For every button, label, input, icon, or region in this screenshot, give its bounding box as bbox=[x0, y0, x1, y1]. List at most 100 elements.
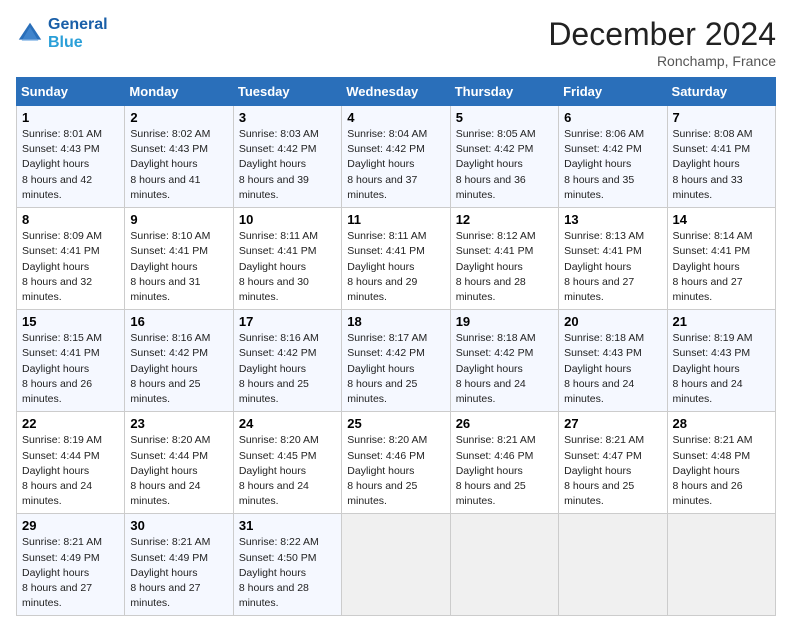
table-row: 24 Sunrise: 8:20 AM Sunset: 4:45 PM Dayl… bbox=[233, 412, 341, 514]
cell-details: Sunrise: 8:02 AM Sunset: 4:43 PM Dayligh… bbox=[130, 127, 227, 203]
cell-details: Sunrise: 8:05 AM Sunset: 4:42 PM Dayligh… bbox=[456, 127, 553, 203]
day-number: 16 bbox=[130, 314, 227, 329]
day-number: 15 bbox=[22, 314, 119, 329]
day-number: 24 bbox=[239, 416, 336, 431]
cell-details: Sunrise: 8:21 AM Sunset: 4:49 PM Dayligh… bbox=[130, 535, 227, 611]
cell-details: Sunrise: 8:20 AM Sunset: 4:45 PM Dayligh… bbox=[239, 433, 336, 509]
day-number: 10 bbox=[239, 212, 336, 227]
table-row: 3 Sunrise: 8:03 AM Sunset: 4:42 PM Dayli… bbox=[233, 106, 341, 208]
table-row: 30 Sunrise: 8:21 AM Sunset: 4:49 PM Dayl… bbox=[125, 514, 233, 616]
empty-cell bbox=[450, 514, 558, 616]
cell-details: Sunrise: 8:12 AM Sunset: 4:41 PM Dayligh… bbox=[456, 229, 553, 305]
table-row: 16 Sunrise: 8:16 AM Sunset: 4:42 PM Dayl… bbox=[125, 310, 233, 412]
table-row: 31 Sunrise: 8:22 AM Sunset: 4:50 PM Dayl… bbox=[233, 514, 341, 616]
day-number: 17 bbox=[239, 314, 336, 329]
table-row: 22 Sunrise: 8:19 AM Sunset: 4:44 PM Dayl… bbox=[17, 412, 125, 514]
header-row: Sunday Monday Tuesday Wednesday Thursday… bbox=[17, 78, 776, 106]
col-thursday: Thursday bbox=[450, 78, 558, 106]
day-number: 2 bbox=[130, 110, 227, 125]
cell-details: Sunrise: 8:22 AM Sunset: 4:50 PM Dayligh… bbox=[239, 535, 336, 611]
page-header: General Blue December 2024 Ronchamp, Fra… bbox=[16, 16, 776, 69]
day-number: 1 bbox=[22, 110, 119, 125]
col-tuesday: Tuesday bbox=[233, 78, 341, 106]
cell-details: Sunrise: 8:16 AM Sunset: 4:42 PM Dayligh… bbox=[130, 331, 227, 407]
logo-text: General Blue bbox=[48, 16, 108, 52]
day-number: 6 bbox=[564, 110, 661, 125]
day-number: 22 bbox=[22, 416, 119, 431]
cell-details: Sunrise: 8:13 AM Sunset: 4:41 PM Dayligh… bbox=[564, 229, 661, 305]
cell-details: Sunrise: 8:21 AM Sunset: 4:49 PM Dayligh… bbox=[22, 535, 119, 611]
empty-cell bbox=[559, 514, 667, 616]
table-row: 28 Sunrise: 8:21 AM Sunset: 4:48 PM Dayl… bbox=[667, 412, 775, 514]
cell-details: Sunrise: 8:14 AM Sunset: 4:41 PM Dayligh… bbox=[673, 229, 770, 305]
cell-details: Sunrise: 8:20 AM Sunset: 4:44 PM Dayligh… bbox=[130, 433, 227, 509]
cell-details: Sunrise: 8:10 AM Sunset: 4:41 PM Dayligh… bbox=[130, 229, 227, 305]
col-sunday: Sunday bbox=[17, 78, 125, 106]
table-row: 19 Sunrise: 8:18 AM Sunset: 4:42 PM Dayl… bbox=[450, 310, 558, 412]
day-number: 25 bbox=[347, 416, 444, 431]
day-number: 26 bbox=[456, 416, 553, 431]
day-number: 9 bbox=[130, 212, 227, 227]
day-number: 19 bbox=[456, 314, 553, 329]
table-row: 6 Sunrise: 8:06 AM Sunset: 4:42 PM Dayli… bbox=[559, 106, 667, 208]
table-row: 20 Sunrise: 8:18 AM Sunset: 4:43 PM Dayl… bbox=[559, 310, 667, 412]
cell-details: Sunrise: 8:19 AM Sunset: 4:43 PM Dayligh… bbox=[673, 331, 770, 407]
day-number: 11 bbox=[347, 212, 444, 227]
logo-icon bbox=[16, 20, 44, 48]
col-friday: Friday bbox=[559, 78, 667, 106]
day-number: 29 bbox=[22, 518, 119, 533]
cell-details: Sunrise: 8:17 AM Sunset: 4:42 PM Dayligh… bbox=[347, 331, 444, 407]
table-row: 14 Sunrise: 8:14 AM Sunset: 4:41 PM Dayl… bbox=[667, 208, 775, 310]
cell-details: Sunrise: 8:04 AM Sunset: 4:42 PM Dayligh… bbox=[347, 127, 444, 203]
table-row: 18 Sunrise: 8:17 AM Sunset: 4:42 PM Dayl… bbox=[342, 310, 450, 412]
day-number: 27 bbox=[564, 416, 661, 431]
cell-details: Sunrise: 8:03 AM Sunset: 4:42 PM Dayligh… bbox=[239, 127, 336, 203]
cell-details: Sunrise: 8:06 AM Sunset: 4:42 PM Dayligh… bbox=[564, 127, 661, 203]
table-row: 5 Sunrise: 8:05 AM Sunset: 4:42 PM Dayli… bbox=[450, 106, 558, 208]
day-number: 21 bbox=[673, 314, 770, 329]
cell-details: Sunrise: 8:21 AM Sunset: 4:48 PM Dayligh… bbox=[673, 433, 770, 509]
cell-details: Sunrise: 8:11 AM Sunset: 4:41 PM Dayligh… bbox=[347, 229, 444, 305]
cell-details: Sunrise: 8:09 AM Sunset: 4:41 PM Dayligh… bbox=[22, 229, 119, 305]
logo: General Blue bbox=[16, 16, 108, 52]
calendar-week: 15 Sunrise: 8:15 AM Sunset: 4:41 PM Dayl… bbox=[17, 310, 776, 412]
table-row: 26 Sunrise: 8:21 AM Sunset: 4:46 PM Dayl… bbox=[450, 412, 558, 514]
col-wednesday: Wednesday bbox=[342, 78, 450, 106]
day-number: 14 bbox=[673, 212, 770, 227]
table-row: 10 Sunrise: 8:11 AM Sunset: 4:41 PM Dayl… bbox=[233, 208, 341, 310]
table-row: 2 Sunrise: 8:02 AM Sunset: 4:43 PM Dayli… bbox=[125, 106, 233, 208]
cell-details: Sunrise: 8:18 AM Sunset: 4:43 PM Dayligh… bbox=[564, 331, 661, 407]
day-number: 31 bbox=[239, 518, 336, 533]
calendar-table: Sunday Monday Tuesday Wednesday Thursday… bbox=[16, 77, 776, 616]
day-number: 28 bbox=[673, 416, 770, 431]
table-row: 1 Sunrise: 8:01 AM Sunset: 4:43 PM Dayli… bbox=[17, 106, 125, 208]
table-row: 17 Sunrise: 8:16 AM Sunset: 4:42 PM Dayl… bbox=[233, 310, 341, 412]
cell-details: Sunrise: 8:19 AM Sunset: 4:44 PM Dayligh… bbox=[22, 433, 119, 509]
table-row: 21 Sunrise: 8:19 AM Sunset: 4:43 PM Dayl… bbox=[667, 310, 775, 412]
day-number: 20 bbox=[564, 314, 661, 329]
table-row: 11 Sunrise: 8:11 AM Sunset: 4:41 PM Dayl… bbox=[342, 208, 450, 310]
calendar-week: 1 Sunrise: 8:01 AM Sunset: 4:43 PM Dayli… bbox=[17, 106, 776, 208]
location: Ronchamp, France bbox=[548, 53, 776, 69]
day-number: 23 bbox=[130, 416, 227, 431]
table-row: 27 Sunrise: 8:21 AM Sunset: 4:47 PM Dayl… bbox=[559, 412, 667, 514]
table-row: 13 Sunrise: 8:13 AM Sunset: 4:41 PM Dayl… bbox=[559, 208, 667, 310]
cell-details: Sunrise: 8:15 AM Sunset: 4:41 PM Dayligh… bbox=[22, 331, 119, 407]
day-number: 4 bbox=[347, 110, 444, 125]
day-number: 5 bbox=[456, 110, 553, 125]
day-number: 12 bbox=[456, 212, 553, 227]
empty-cell bbox=[667, 514, 775, 616]
empty-cell bbox=[342, 514, 450, 616]
col-saturday: Saturday bbox=[667, 78, 775, 106]
cell-details: Sunrise: 8:20 AM Sunset: 4:46 PM Dayligh… bbox=[347, 433, 444, 509]
day-number: 13 bbox=[564, 212, 661, 227]
table-row: 9 Sunrise: 8:10 AM Sunset: 4:41 PM Dayli… bbox=[125, 208, 233, 310]
cell-details: Sunrise: 8:08 AM Sunset: 4:41 PM Dayligh… bbox=[673, 127, 770, 203]
table-row: 15 Sunrise: 8:15 AM Sunset: 4:41 PM Dayl… bbox=[17, 310, 125, 412]
cell-details: Sunrise: 8:16 AM Sunset: 4:42 PM Dayligh… bbox=[239, 331, 336, 407]
day-number: 7 bbox=[673, 110, 770, 125]
calendar-week: 8 Sunrise: 8:09 AM Sunset: 4:41 PM Dayli… bbox=[17, 208, 776, 310]
col-monday: Monday bbox=[125, 78, 233, 106]
table-row: 4 Sunrise: 8:04 AM Sunset: 4:42 PM Dayli… bbox=[342, 106, 450, 208]
title-block: December 2024 Ronchamp, France bbox=[548, 16, 776, 69]
